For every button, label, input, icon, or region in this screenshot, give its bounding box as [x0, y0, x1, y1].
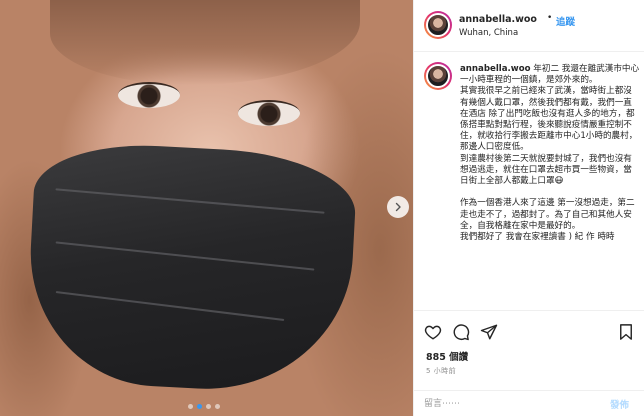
header-username[interactable]: annabella.woo: [459, 14, 537, 25]
photo-hair: [50, 0, 360, 85]
carousel-dot: [215, 404, 220, 409]
caption-avatar[interactable]: [424, 62, 452, 90]
post-timestamp[interactable]: 5 小時前: [426, 366, 456, 376]
location-link[interactable]: Wuhan, China: [459, 28, 518, 38]
photo-right-eye: [238, 100, 300, 126]
post-caption: annabella.woo 年初二 我還在離武漢市中心一小時車程的一個鎮，是郊外…: [424, 62, 639, 310]
post-side-panel: annabella.woo • 追蹤 Wuhan, China annabell…: [413, 0, 644, 416]
post-comment-button[interactable]: 發佈: [610, 397, 629, 411]
carousel-dot: [197, 404, 202, 409]
post-photo[interactable]: [0, 0, 413, 416]
avatar[interactable]: [424, 11, 452, 39]
like-button[interactable]: [424, 323, 442, 341]
post-header: annabella.woo • 追蹤 Wuhan, China: [414, 0, 644, 52]
post-actions: 885 個讚 5 小時前: [414, 310, 644, 390]
caption-username[interactable]: annabella.woo: [460, 64, 531, 74]
share-button[interactable]: [480, 323, 498, 341]
carousel-dot: [188, 404, 193, 409]
caption-body: 年初二 我還在離武漢市中心一小時車程的一個鎮，是郊外來的。 其實我很早之前已經來…: [460, 64, 639, 243]
comment-box: 發佈: [414, 390, 644, 416]
chevron-right-icon: [395, 202, 401, 212]
caption-text: annabella.woo 年初二 我還在離武漢市中心一小時車程的一個鎮，是郊外…: [460, 64, 639, 243]
save-button[interactable]: [617, 323, 635, 341]
photo-left-eye: [118, 82, 180, 108]
bookmark-icon: [620, 324, 632, 340]
follow-button[interactable]: 追蹤: [556, 14, 575, 28]
comment-icon: [453, 324, 470, 341]
likes-count[interactable]: 885 個讚: [426, 349, 468, 363]
carousel-indicator: [188, 404, 220, 409]
carousel-next-button[interactable]: [387, 196, 409, 218]
carousel-dot: [206, 404, 211, 409]
comment-button[interactable]: [452, 323, 470, 341]
share-icon: [480, 324, 498, 340]
heart-icon: [424, 325, 442, 340]
comment-input[interactable]: [424, 397, 592, 411]
follow-separator: •: [547, 13, 553, 23]
